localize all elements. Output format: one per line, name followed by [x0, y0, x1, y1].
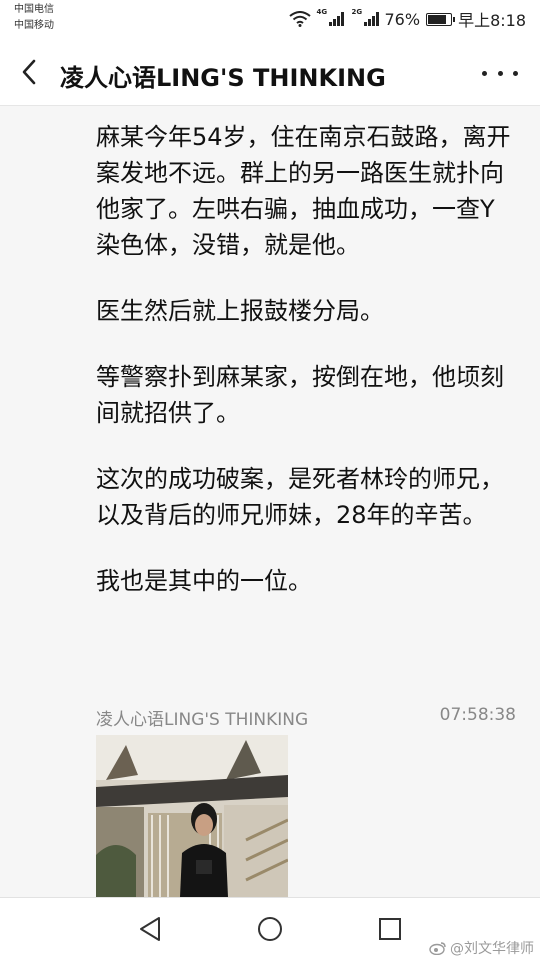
square-recents-icon: [379, 918, 401, 940]
watermark-text: @刘文华律师: [450, 941, 534, 957]
status-time: 早上8:18: [458, 11, 526, 30]
battery-icon: [426, 12, 456, 26]
system-back-button[interactable]: [132, 911, 168, 947]
more-button[interactable]: [482, 60, 518, 86]
post-meta: 凌人心语LING'S THINKING 07:58:38: [96, 703, 516, 731]
nav-bar: 凌人心语LING'S THINKING: [0, 40, 540, 106]
carrier-2: 中国移动: [14, 20, 54, 31]
system-home-button[interactable]: [252, 911, 288, 947]
status-bar: 中国电信 中国移动 4G 2G 76% 早上8:18: [0, 0, 540, 40]
battery-fill: [428, 14, 447, 24]
page-title: 凌人心语LING'S THINKING: [60, 64, 386, 92]
network-type-2: 2G: [351, 8, 363, 16]
article-paragraph: 我也是其中的一位。: [96, 567, 312, 595]
weibo-icon: [429, 942, 446, 955]
more-dots-icon: [482, 70, 487, 76]
network-type-1: 4G: [316, 8, 328, 16]
back-button[interactable]: [12, 54, 48, 90]
article-paragraph: 这次的成功破案，是死者林玲的师兄，以及背后的师兄师妹，28年的辛苦。: [96, 465, 504, 529]
post-time: 07:58:38: [439, 705, 516, 725]
carrier-1: 中国电信: [14, 4, 54, 15]
article-paragraph: 医生然后就上报鼓楼分局。: [96, 297, 384, 325]
status-icons: 4G 2G 76% 早上8:18: [288, 6, 526, 32]
triangle-back-icon: [140, 917, 160, 941]
article-paragraph: 等警察扑到麻某家，按倒在地，他顷刻间就招供了。: [96, 363, 504, 427]
system-navigation-bar: @刘文华律师: [0, 897, 540, 960]
circle-home-icon: [258, 917, 282, 941]
watermark: @刘文华律师: [429, 938, 534, 958]
signal-icon-sim2: 2G: [352, 8, 379, 26]
system-recents-button[interactable]: [372, 911, 408, 947]
chevron-left-icon: [22, 59, 36, 85]
battery-percent: 76%: [384, 9, 421, 29]
article-body: 麻某今年54岁，住在南京石鼓路，离开案发地不远。群上的另一路医生就扑向他家了。左…: [96, 119, 516, 629]
post-author[interactable]: 凌人心语LING'S THINKING: [96, 705, 308, 730]
post-photo[interactable]: [96, 735, 288, 897]
wifi-icon: [288, 11, 311, 27]
article-paragraph: 麻某今年54岁，住在南京石鼓路，离开案发地不远。群上的另一路医生就扑向他家了。左…: [96, 123, 511, 259]
content-area[interactable]: 麻某今年54岁，住在南京石鼓路，离开案发地不远。群上的另一路医生就扑向他家了。左…: [0, 107, 540, 897]
signal-icon-sim1: 4G: [317, 8, 344, 26]
